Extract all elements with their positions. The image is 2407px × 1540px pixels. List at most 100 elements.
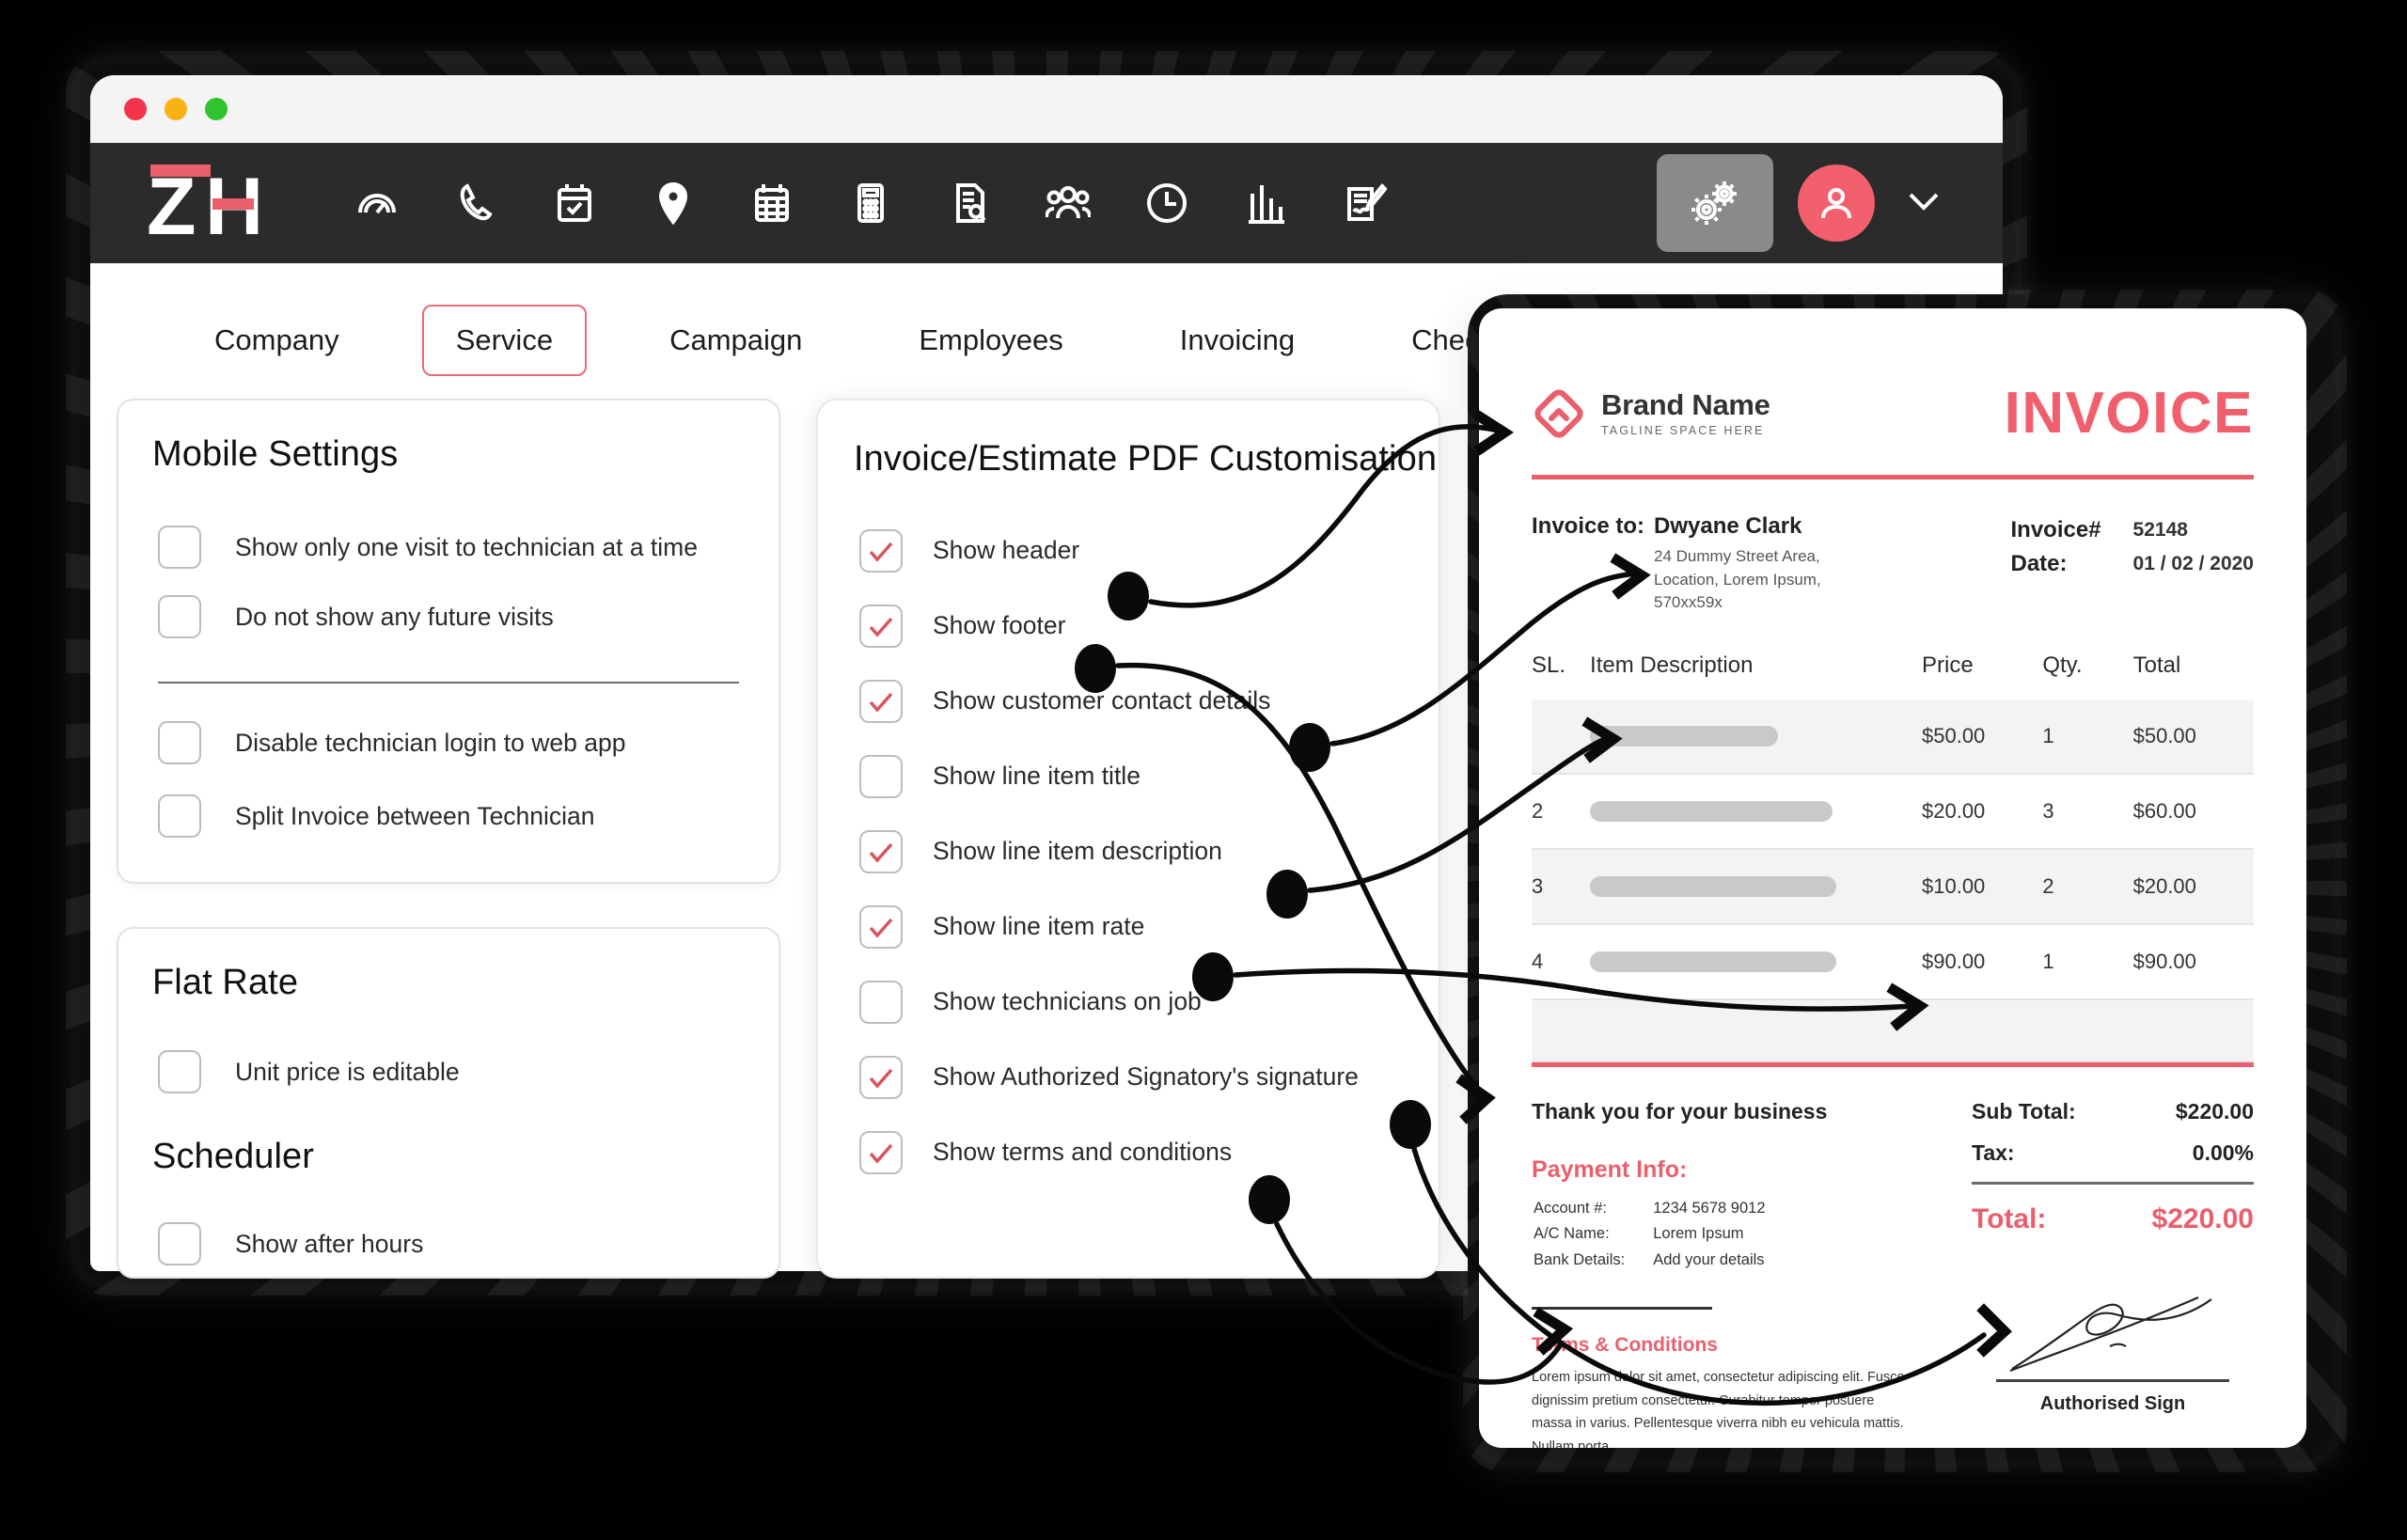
label-show-technicians-on-job: Show technicians on job bbox=[933, 987, 1202, 1016]
label-show-one-visit: Show only one visit to technician at a t… bbox=[235, 532, 698, 561]
label-show-footer: Show footer bbox=[933, 611, 1066, 640]
minimize-window-button[interactable] bbox=[165, 98, 187, 120]
brand-diamond-icon bbox=[1534, 388, 1583, 438]
payment-label: Bank Details: bbox=[1534, 1251, 1626, 1269]
checkbox-row-show-after-hours[interactable]: Show after hours bbox=[118, 1222, 779, 1265]
checkbox-row-show-one-visit[interactable]: Show only one visit to technician at a t… bbox=[118, 526, 779, 569]
cell-price: $50.00 bbox=[1922, 723, 1986, 747]
description-placeholder-bar bbox=[1590, 951, 1837, 972]
terms-body: Lorem ipsum dolor sit amet, consectetur … bbox=[1532, 1369, 1905, 1448]
payment-row: Bank Details: Add your details bbox=[1534, 1249, 1766, 1273]
invoice-number-value: 52148 bbox=[2132, 519, 2188, 541]
invoice-brand: Brand Name TAGLINE SPACE HERE bbox=[1532, 384, 1770, 444]
table-row: 1 $50.00 1 $50.00 bbox=[1532, 699, 2254, 774]
checkbox-unit-price-editable[interactable] bbox=[158, 1050, 201, 1093]
mobile-settings-title: Mobile Settings bbox=[152, 434, 399, 474]
signature-document-icon[interactable] bbox=[1314, 143, 1413, 263]
people-icon[interactable] bbox=[1018, 143, 1117, 263]
checkbox-no-future-visits[interactable] bbox=[158, 595, 201, 638]
user-avatar[interactable] bbox=[1798, 165, 1875, 242]
description-placeholder-bar bbox=[1590, 725, 1779, 746]
calendar-grid-icon[interactable] bbox=[722, 143, 821, 263]
checkbox-row-unit-price-editable[interactable]: Unit price is editable bbox=[118, 1050, 779, 1093]
chevron-down-icon[interactable] bbox=[1899, 177, 1948, 230]
cell-sl: 2 bbox=[1532, 798, 1544, 823]
pdf-customisation-card: Invoice/Estimate PDF Customisation Show … bbox=[816, 399, 1440, 1279]
checkbox-row-disable-tech-login[interactable]: Disable technician login to web app bbox=[118, 721, 779, 764]
payment-value: Add your details bbox=[1653, 1251, 1765, 1269]
pdf-row-show-line-item-description[interactable]: Show line item description bbox=[818, 814, 1439, 889]
settings-gears-button[interactable] bbox=[1657, 154, 1773, 252]
location-pin-icon[interactable] bbox=[623, 143, 722, 263]
phone-icon[interactable] bbox=[426, 143, 525, 263]
checkbox-show-line-item-description[interactable] bbox=[859, 829, 903, 873]
pdf-customisation-title: Invoice/Estimate PDF Customisation bbox=[818, 401, 1439, 485]
grand-total-row: Total: $220.00 bbox=[1972, 1203, 2254, 1235]
tab-campaign[interactable]: Campaign bbox=[636, 305, 836, 376]
clock-icon[interactable] bbox=[1117, 143, 1216, 263]
checkbox-show-customer-contact[interactable] bbox=[859, 679, 903, 723]
calculator-icon[interactable] bbox=[821, 143, 920, 263]
tab-employees[interactable]: Employees bbox=[885, 305, 1096, 376]
label-show-header: Show header bbox=[933, 536, 1080, 565]
cell-total: $60.00 bbox=[2132, 798, 2196, 823]
payment-label: Account #: bbox=[1534, 1199, 1607, 1217]
checkbox-show-footer[interactable] bbox=[859, 604, 903, 648]
label-split-invoice: Split Invoice between Technician bbox=[235, 801, 595, 830]
signature-block: Authorised Sign bbox=[1972, 1288, 2254, 1415]
thank-you-text: Thank you for your business bbox=[1532, 1098, 1828, 1124]
pdf-row-show-customer-contact[interactable]: Show customer contact details bbox=[818, 664, 1439, 739]
payment-info-table: Account #: 1234 5678 9012 A/C Name: Lore… bbox=[1532, 1195, 1768, 1275]
tab-company[interactable]: Company bbox=[181, 305, 373, 376]
invoice-number-label: Invoice# bbox=[2010, 517, 2101, 542]
tab-service[interactable]: Service bbox=[421, 305, 588, 376]
screenshot-stage: Z H Company Service Campaign Employees I… bbox=[0, 0, 2407, 1540]
document-search-icon[interactable] bbox=[920, 143, 1018, 263]
cell-qty: 1 bbox=[2042, 723, 2054, 747]
scheduler-title: Scheduler bbox=[152, 1137, 315, 1176]
payment-value: Lorem Ipsum bbox=[1653, 1225, 1744, 1243]
pdf-row-show-signature[interactable]: Show Authorized Signatory's signature bbox=[818, 1040, 1439, 1115]
tax-label: Tax: bbox=[1972, 1139, 2015, 1165]
checkbox-show-after-hours[interactable] bbox=[158, 1222, 201, 1265]
pdf-row-show-technicians-on-job[interactable]: Show technicians on job bbox=[818, 965, 1439, 1040]
cell-total: $90.00 bbox=[2132, 949, 2196, 973]
pdf-row-show-footer[interactable]: Show footer bbox=[818, 589, 1439, 664]
invoice-date-value: 01 / 02 / 2020 bbox=[2132, 553, 2254, 575]
pdf-row-show-line-item-title[interactable]: Show line item title bbox=[818, 739, 1439, 814]
checkbox-show-line-item-title[interactable] bbox=[859, 754, 903, 798]
payment-row: Account #: 1234 5678 9012 bbox=[1534, 1197, 1766, 1221]
cell-sl: 1 bbox=[1532, 699, 1590, 774]
checkbox-show-header[interactable] bbox=[859, 528, 903, 573]
label-show-after-hours: Show after hours bbox=[235, 1229, 424, 1258]
table-row: 4 $90.00 1 $90.00 bbox=[1532, 924, 2254, 999]
invoice-header: Brand Name TAGLINE SPACE HERE INVOICE bbox=[1479, 308, 2306, 447]
brand-name: Brand Name bbox=[1601, 387, 1770, 421]
checkbox-show-terms[interactable] bbox=[859, 1130, 903, 1174]
speedometer-icon[interactable] bbox=[327, 143, 426, 263]
maximize-window-button[interactable] bbox=[205, 98, 228, 120]
checkbox-disable-tech-login[interactable] bbox=[158, 721, 201, 764]
label-show-terms: Show terms and conditions bbox=[933, 1138, 1233, 1167]
close-window-button[interactable] bbox=[124, 98, 147, 120]
th-qty: Qty. bbox=[2042, 652, 2083, 678]
app-logo[interactable]: Z H bbox=[145, 163, 295, 244]
invoice-footer: Thank you for your business Payment Info… bbox=[1479, 1067, 2306, 1448]
checkbox-show-technicians-on-job[interactable] bbox=[859, 980, 903, 1024]
pdf-row-show-terms[interactable]: Show terms and conditions bbox=[818, 1115, 1439, 1190]
checkbox-row-no-future-visits[interactable]: Do not show any future visits bbox=[118, 595, 779, 638]
total-label: Total: bbox=[1972, 1202, 2047, 1234]
checkbox-show-signature[interactable] bbox=[859, 1055, 903, 1099]
cell-description bbox=[1590, 849, 1922, 924]
bar-chart-icon[interactable] bbox=[1216, 143, 1314, 263]
payment-info-title: Payment Info: bbox=[1532, 1155, 1688, 1183]
tab-invoicing[interactable]: Invoicing bbox=[1146, 305, 1329, 376]
footer-divider bbox=[1532, 1306, 1712, 1310]
pdf-row-show-header[interactable]: Show header bbox=[818, 513, 1439, 589]
checkbox-show-line-item-rate[interactable] bbox=[859, 904, 903, 949]
pdf-row-show-line-item-rate[interactable]: Show line item rate bbox=[818, 889, 1439, 965]
checkbox-row-split-invoice[interactable]: Split Invoice between Technician bbox=[118, 794, 779, 838]
calendar-check-icon[interactable] bbox=[525, 143, 623, 263]
checkbox-show-one-visit[interactable] bbox=[158, 526, 201, 569]
checkbox-split-invoice[interactable] bbox=[158, 794, 201, 838]
